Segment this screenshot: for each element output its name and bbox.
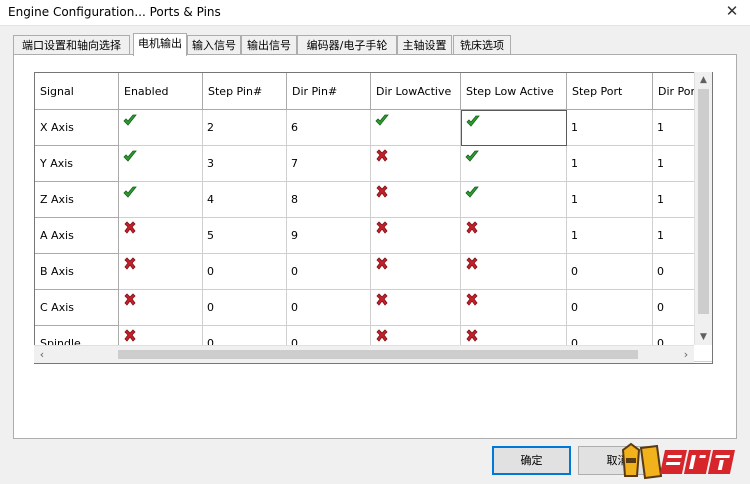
green-check-icon: [123, 114, 137, 126]
cell-step-port[interactable]: 1: [567, 146, 653, 182]
cell-step-port[interactable]: 1: [567, 110, 653, 146]
cell-dir-pin[interactable]: 6: [287, 110, 371, 146]
col-header-signal[interactable]: Signal: [35, 73, 119, 110]
red-cross-icon: [124, 329, 136, 342]
cell-dir-low-active[interactable]: [371, 290, 461, 326]
row-header[interactable]: B Axis: [35, 254, 119, 290]
cell-enabled[interactable]: [119, 218, 203, 254]
tab-0[interactable]: 端口设置和轴向选择: [13, 35, 130, 55]
cell-dir-low-active[interactable]: [371, 218, 461, 254]
window-title: Engine Configuration... Ports & Pins: [8, 5, 221, 19]
red-cross-icon: [376, 257, 388, 270]
logo-mascot-icon: [621, 442, 663, 480]
watermark-logo: [621, 442, 735, 480]
green-check-icon: [465, 150, 479, 162]
green-check-icon: [123, 150, 137, 162]
col-header-step-pin[interactable]: Step Pin#: [203, 73, 287, 110]
green-check-icon: [466, 115, 480, 127]
cell-dir-pin[interactable]: 9: [287, 218, 371, 254]
green-check-icon: [123, 186, 137, 198]
green-check-icon: [465, 186, 479, 198]
tab-3[interactable]: 输出信号: [241, 35, 297, 55]
red-cross-icon: [376, 185, 388, 198]
green-check-icon: [375, 114, 389, 126]
red-cross-icon: [376, 293, 388, 306]
tab-4[interactable]: 编码器/电子手轮: [297, 35, 397, 55]
cell-step-pin[interactable]: 0: [203, 254, 287, 290]
cell-dir-low-active[interactable]: [371, 146, 461, 182]
col-header-step-low-active[interactable]: Step Low Active: [461, 73, 567, 110]
cell-dir-pin[interactable]: 0: [287, 290, 371, 326]
cell-step-pin[interactable]: 0: [203, 290, 287, 326]
cell-dir-low-active[interactable]: [371, 182, 461, 218]
cell-step-port[interactable]: 1: [567, 218, 653, 254]
scroll-right-icon[interactable]: ›: [678, 346, 694, 363]
red-cross-icon: [124, 257, 136, 270]
cell-dir-low-active[interactable]: [371, 254, 461, 290]
scroll-up-icon[interactable]: ▲: [695, 72, 712, 88]
close-icon[interactable]: ✕: [724, 3, 740, 19]
tab-2[interactable]: 输入信号: [187, 35, 241, 55]
cell-enabled[interactable]: [119, 290, 203, 326]
cell-step-low-active[interactable]: [461, 290, 567, 326]
cell-step-pin[interactable]: 2: [203, 110, 287, 146]
cell-enabled[interactable]: [119, 254, 203, 290]
red-cross-icon: [124, 293, 136, 306]
logo-lettering: [659, 450, 735, 474]
cell-step-low-active[interactable]: [461, 110, 567, 146]
cell-step-low-active[interactable]: [461, 146, 567, 182]
red-cross-icon: [466, 257, 478, 270]
col-header-dir-low-active[interactable]: Dir LowActive: [371, 73, 461, 110]
row-header[interactable]: A Axis: [35, 218, 119, 254]
cell-dir-pin[interactable]: 7: [287, 146, 371, 182]
red-cross-icon: [376, 149, 388, 162]
red-cross-icon: [466, 221, 478, 234]
col-header-enabled[interactable]: Enabled: [119, 73, 203, 110]
scroll-left-icon[interactable]: ‹: [34, 346, 50, 363]
tab-5[interactable]: 主轴设置: [397, 35, 452, 55]
red-cross-icon: [376, 329, 388, 342]
red-cross-icon: [124, 221, 136, 234]
red-cross-icon: [466, 329, 478, 342]
red-cross-icon: [376, 221, 388, 234]
tab-6[interactable]: 铣床选项: [453, 35, 511, 55]
row-header[interactable]: Y Axis: [35, 146, 119, 182]
cell-dir-low-active[interactable]: [371, 110, 461, 146]
vertical-scrollbar[interactable]: ▲ ▼: [694, 72, 712, 345]
vertical-scroll-thumb[interactable]: [698, 89, 709, 314]
row-header[interactable]: C Axis: [35, 290, 119, 326]
cell-step-port[interactable]: 0: [567, 290, 653, 326]
cell-step-low-active[interactable]: [461, 254, 567, 290]
cell-step-pin[interactable]: 5: [203, 218, 287, 254]
cell-step-low-active[interactable]: [461, 182, 567, 218]
cell-step-port[interactable]: 1: [567, 182, 653, 218]
row-header[interactable]: Z Axis: [35, 182, 119, 218]
cell-dir-pin[interactable]: 8: [287, 182, 371, 218]
motor-output-grid[interactable]: Signal Enabled Step Pin# Dir Pin# Dir LowAct…: [34, 72, 713, 364]
scroll-down-icon[interactable]: ▼: [695, 329, 712, 345]
cell-enabled[interactable]: [119, 146, 203, 182]
red-cross-icon: [466, 293, 478, 306]
row-header[interactable]: X Axis: [35, 110, 119, 146]
cell-enabled[interactable]: [119, 110, 203, 146]
cell-step-pin[interactable]: 4: [203, 182, 287, 218]
cell-step-low-active[interactable]: [461, 218, 567, 254]
col-header-step-port[interactable]: Step Port: [567, 73, 653, 110]
horizontal-scroll-thumb[interactable]: [118, 350, 638, 359]
tab-1[interactable]: 电机输出: [133, 33, 187, 56]
cell-dir-pin[interactable]: 0: [287, 254, 371, 290]
col-header-dir-pin[interactable]: Dir Pin#: [287, 73, 371, 110]
cell-step-port[interactable]: 0: [567, 254, 653, 290]
horizontal-scrollbar[interactable]: ‹ ›: [34, 345, 694, 363]
cell-enabled[interactable]: [119, 182, 203, 218]
ok-button[interactable]: 确定: [492, 446, 571, 475]
title-bar: Engine Configuration... Ports & Pins ✕: [0, 0, 750, 26]
cell-step-pin[interactable]: 3: [203, 146, 287, 182]
